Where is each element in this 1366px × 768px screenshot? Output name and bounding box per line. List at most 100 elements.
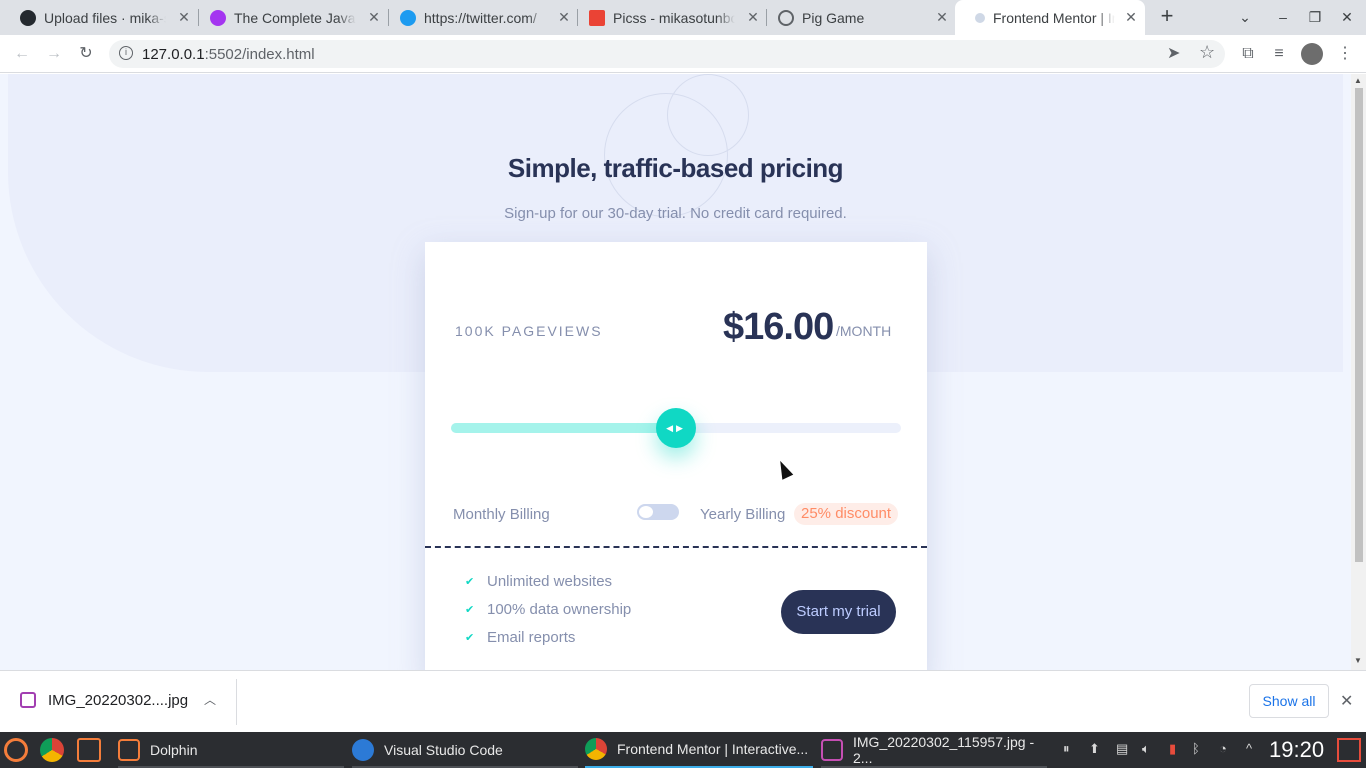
check-icon: ✔ [465, 604, 475, 616]
info-icon[interactable]: i [119, 46, 133, 60]
feature-item: ✔ Unlimited websites [465, 573, 612, 590]
tab-label: Upload files · mika-so [44, 9, 166, 26]
task-label: Visual Studio Code [384, 742, 503, 758]
discount-badge: 25% discount [794, 503, 899, 525]
window-close-button[interactable]: ✕ [1335, 6, 1359, 28]
close-icon[interactable]: ✕ [1123, 9, 1139, 25]
tab-twitter[interactable]: https://twitter.com/ ✕ [380, 0, 578, 35]
tab-pig-game[interactable]: Pig Game ✕ [758, 0, 956, 35]
close-icon[interactable]: ✕ [1340, 691, 1353, 711]
udemy-icon [210, 9, 226, 26]
slider-thumb[interactable]: ◀▶ [656, 408, 696, 448]
billing-toggle[interactable] [637, 504, 679, 520]
close-icon[interactable]: ✕ [934, 9, 950, 25]
extensions-puzzle-icon[interactable]: ⧉ [1237, 43, 1259, 65]
github-icon [20, 9, 36, 26]
battery-icon[interactable]: ▮ [1169, 741, 1176, 757]
pageviews-slider[interactable]: ◀▶ [451, 408, 901, 448]
url-host: 127.0.0.1 [142, 46, 205, 63]
chrome-icon[interactable] [40, 738, 64, 762]
task-dolphin[interactable]: Dolphin [118, 732, 344, 768]
feature-label: Unlimited websites [487, 573, 613, 590]
task-image-viewer[interactable]: IMG_20220302_115957.jpg - 2... [821, 732, 1047, 768]
page-scrollbar[interactable]: ▲ ▼ [1351, 74, 1366, 670]
frontendmentor-icon [975, 12, 985, 23]
clock[interactable]: 19:20 [1269, 737, 1324, 763]
scrollbar-thumb[interactable] [1355, 88, 1363, 562]
show-all-button[interactable]: Show all [1249, 684, 1329, 718]
vscode-icon [352, 739, 374, 761]
folder-icon[interactable] [77, 738, 101, 762]
scroll-down-icon[interactable]: ▼ [1354, 656, 1362, 665]
tab-label: Picss - mikasotunbo [613, 9, 735, 26]
kebab-menu-icon[interactable]: ⋮ [1334, 43, 1356, 65]
tab-label: The Complete JavaSc [234, 9, 356, 26]
wifi-icon[interactable]: ◔ [1219, 741, 1227, 756]
toggle-knob [639, 506, 653, 518]
tab-gmail[interactable]: Picss - mikasotunbo ✕ [569, 0, 767, 35]
check-icon: ✔ [465, 576, 475, 588]
tab-label: https://twitter.com/ [424, 9, 537, 26]
send-icon[interactable]: ➤ [1167, 43, 1180, 63]
taskbar: Dolphin Visual Studio Code Frontend Ment… [0, 732, 1366, 768]
monthly-billing-label: Monthly Billing [453, 506, 550, 523]
bluetooth-icon[interactable]: ᛒ [1192, 741, 1200, 756]
browser-toolbar: ← → ↻ i 127.0.0.1:5502/index.html ➤ ☆ ⧉ … [0, 35, 1366, 73]
gmail-icon [589, 9, 605, 26]
feature-label: 100% data ownership [487, 601, 632, 618]
volume-icon[interactable]: 🔈︎ [1142, 741, 1150, 757]
tab-search-chevron-icon[interactable]: ⌄ [1233, 6, 1257, 28]
app-launcher-icon[interactable] [4, 738, 28, 762]
update-icon[interactable]: ⬆ [1089, 741, 1100, 757]
chevron-up-icon[interactable]: ︿ [204, 691, 216, 708]
twitter-icon [400, 9, 416, 26]
price-value: $16.00 [723, 306, 834, 348]
globe-icon [778, 9, 794, 26]
image-viewer-icon [821, 739, 843, 761]
check-icon: ✔ [465, 632, 475, 644]
decorative-circle [667, 74, 749, 156]
tab-label: Frontend Mentor | Ir [993, 9, 1115, 26]
maximize-button[interactable]: ❐ [1303, 6, 1327, 28]
feature-item: ✔ 100% data ownership [465, 601, 631, 618]
address-bar[interactable]: i 127.0.0.1:5502/index.html ➤ ☆ [109, 40, 1225, 68]
new-tab-button[interactable]: + [1155, 5, 1179, 27]
tab-github[interactable]: Upload files · mika-so ✕ [0, 0, 198, 35]
start-trial-button[interactable]: Start my trial [781, 590, 896, 634]
scroll-up-icon[interactable]: ▲ [1354, 76, 1362, 85]
download-separator [236, 679, 237, 725]
media-queue-icon[interactable]: ≡ [1268, 43, 1290, 65]
download-filename[interactable]: IMG_20220302....jpg [48, 692, 188, 709]
yearly-billing-label: Yearly Billing [700, 506, 786, 523]
task-label: Dolphin [150, 742, 198, 758]
task-label: Frontend Mentor | Interactive... [617, 741, 809, 757]
slider-fill [451, 423, 676, 433]
tab-label: Pig Game [802, 9, 865, 26]
task-label: IMG_20220302_115957.jpg - 2... [853, 734, 1035, 766]
reload-icon[interactable]: ↻ [75, 43, 97, 65]
pageviews-label: 100K PAGEVIEWS [455, 323, 603, 339]
pricing-card: 100K PAGEVIEWS $16.00 /MONTH ◀▶ Monthly … [425, 242, 927, 670]
back-arrow-icon[interactable]: ← [11, 43, 33, 65]
download-bar: IMG_20220302....jpg ︿ Show all ✕ [0, 670, 1366, 732]
tab-udemy[interactable]: The Complete JavaSc ✕ [190, 0, 388, 35]
tab-frontend-mentor[interactable]: Frontend Mentor | Ir ✕ [955, 0, 1145, 35]
clipboard-icon[interactable]: ▤ [1116, 741, 1128, 757]
dolphin-icon [118, 739, 140, 761]
feature-item: ✔ Email reports [465, 629, 575, 646]
bookmark-star-icon[interactable]: ☆ [1199, 42, 1215, 63]
forward-arrow-icon[interactable]: → [43, 43, 65, 65]
page-title: Simple, traffic-based pricing [507, 153, 844, 183]
page-subtitle: Sign-up for our 30-day trial. No credit … [504, 205, 847, 222]
task-chrome-frontend-mentor[interactable]: Frontend Mentor | Interactive... [585, 732, 813, 768]
show-desktop-icon[interactable] [1337, 738, 1361, 762]
card-divider [425, 546, 927, 548]
chrome-icon [585, 738, 607, 760]
minimize-button[interactable]: – [1271, 6, 1295, 28]
page-viewport: Simple, traffic-based pricing Sign-up fo… [0, 74, 1351, 670]
tray-expand-icon[interactable]: ^ [1246, 741, 1252, 756]
tab-strip: Upload files · mika-so ✕ The Complete Ja… [0, 0, 1366, 35]
profile-avatar[interactable] [1301, 43, 1323, 65]
task-vscode[interactable]: Visual Studio Code [352, 732, 578, 768]
pause-icon[interactable]: ⏸ [1063, 741, 1070, 757]
